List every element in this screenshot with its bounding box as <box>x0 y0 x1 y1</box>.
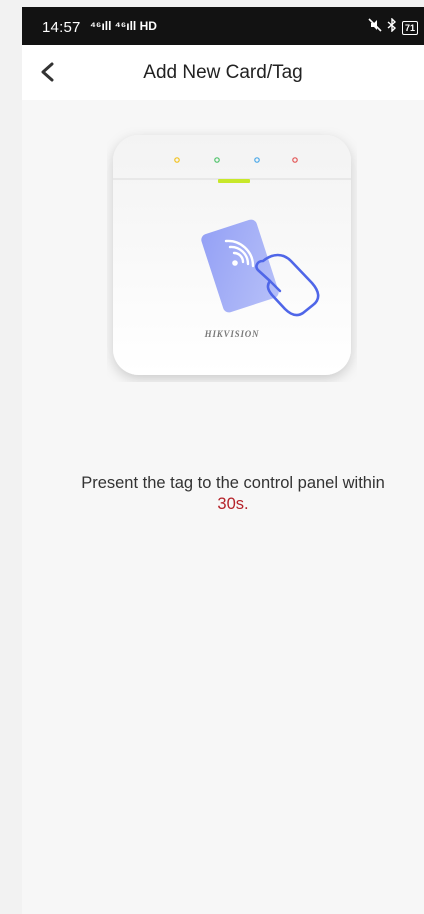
countdown-timer: 30s. <box>217 495 249 513</box>
instruction-message: Present the tag to the control panel wit… <box>42 473 424 515</box>
instruction-text: Present the tag to the control panel wit… <box>81 474 385 492</box>
signal-indicator: ⁴⁶ıll ⁴⁶ıll HD <box>90 19 157 33</box>
brand-logo: HIKVISION <box>204 329 260 339</box>
status-right-icons: 71 <box>368 17 418 37</box>
bluetooth-icon <box>387 17 397 37</box>
mute-icon <box>368 18 382 37</box>
phone-screen: 14:57 ⁴⁶ıll ⁴⁶ıll HD 71 Add New Card/Tag… <box>22 7 424 914</box>
page-title: Add New Card/Tag <box>143 62 303 83</box>
control-panel-illustration: HIKVISION <box>107 127 357 382</box>
battery-icon: 71 <box>401 20 418 35</box>
app-header: Add New Card/Tag <box>22 45 424 100</box>
status-time: 14:57 <box>42 19 81 36</box>
status-bar: 14:57 ⁴⁶ıll ⁴⁶ıll HD 71 <box>22 7 424 45</box>
status-indicator-bar <box>218 179 250 183</box>
